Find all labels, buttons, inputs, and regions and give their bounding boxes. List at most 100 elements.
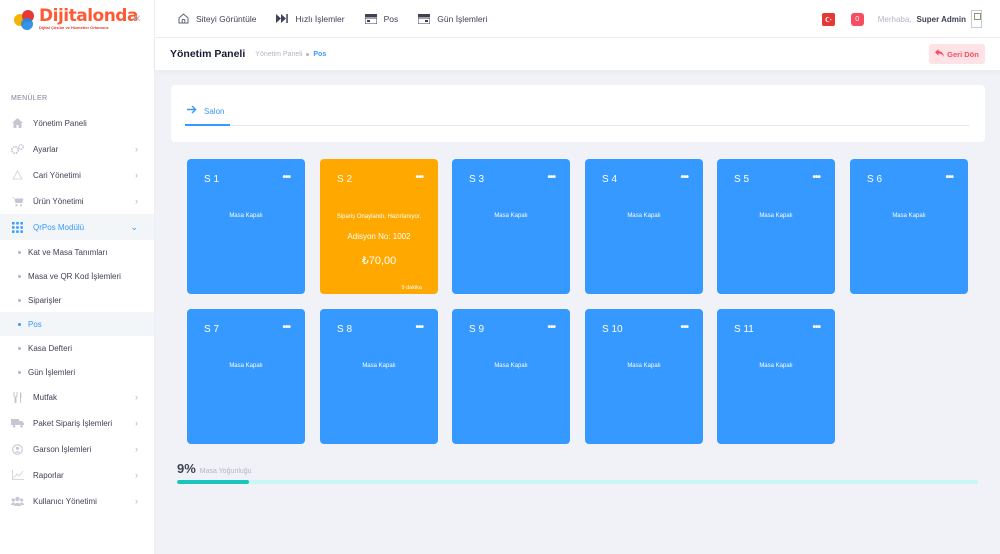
table-card[interactable]: S 5 ••• Masa Kapalı — [717, 159, 835, 294]
chevron-right-icon: › — [135, 196, 138, 206]
table-card[interactable]: S 11 ••• Masa Kapalı — [717, 309, 835, 444]
submenu-item-masa-ve-qr[interactable]: Masa ve QR Kod İşlemleri — [0, 264, 154, 288]
occupancy-percent: 9% — [177, 461, 196, 476]
table-card[interactable]: S 6 ••• Masa Kapalı — [850, 159, 968, 294]
more-options-icon[interactable]: ••• — [282, 172, 290, 183]
submenu-item-kasa-defteri[interactable]: Kasa Defteri — [0, 336, 154, 360]
top-link-label: Hızlı İşlemler — [295, 13, 345, 24]
submenu-item-gun-islemleri[interactable]: Gün İşlemleri — [0, 360, 154, 384]
breadcrumb-separator — [306, 52, 310, 56]
notification-badge[interactable]: 0 — [850, 12, 864, 26]
table-card[interactable]: S 7 ••• Masa Kapalı — [187, 309, 305, 444]
table-name: S 11 — [734, 324, 754, 335]
logo-mark-icon — [14, 8, 36, 30]
submenu-item-pos[interactable]: Pos — [0, 312, 154, 336]
more-options-icon[interactable]: ••• — [945, 172, 953, 183]
more-options-icon[interactable]: ••• — [680, 172, 688, 183]
username[interactable]: Super Admin — [917, 15, 966, 24]
more-options-icon[interactable]: ••• — [812, 172, 820, 183]
submenu-item-label: Kasa Defteri — [28, 343, 73, 353]
sidebar-item-mutfak[interactable]: Mutfak › — [0, 384, 154, 410]
back-button-label: Geri Dön — [947, 49, 979, 59]
sidebar-item-yonetim-paneli[interactable]: Yönetim Paneli — [0, 110, 154, 136]
sidebar-item-paket-siparis[interactable]: Paket Sipariş İşlemleri › — [0, 410, 154, 436]
table-card[interactable]: S 10 ••• Masa Kapalı — [585, 309, 703, 444]
chevron-right-icon: › — [135, 470, 138, 480]
submenu-item-label: Pos — [28, 319, 42, 329]
table-name: S 6 — [867, 174, 883, 185]
occupancy-progress-fill — [177, 480, 250, 484]
sidebar-item-label: Paket Sipariş İşlemleri — [33, 418, 113, 428]
cart-icon — [11, 195, 24, 207]
table-card[interactable]: S 9 ••• Masa Kapalı — [452, 309, 570, 444]
sidebar-item-cari-yonetimi[interactable]: Cari Yönetimi › — [0, 162, 154, 188]
collapse-sidebar-icon[interactable]: « — [130, 10, 144, 24]
sidebar-item-garson-islemleri[interactable]: Garson İşlemleri › — [0, 436, 154, 462]
avatar[interactable] — [971, 10, 982, 28]
top-link-gun-islemleri[interactable]: Gün İşlemleri — [418, 13, 487, 24]
home-icon — [11, 117, 24, 129]
sidebar-item-label: Mutfak — [33, 392, 58, 402]
turkish-flag-icon[interactable] — [821, 12, 835, 26]
home-outline-icon — [177, 13, 189, 24]
tab-active-underline — [185, 124, 230, 126]
table-card[interactable]: S 1 ••• Masa Kapalı — [187, 159, 305, 294]
reply-arrow-icon — [935, 49, 945, 59]
more-options-icon[interactable]: ••• — [282, 322, 290, 333]
submenu-item-label: Siparişler — [28, 295, 62, 305]
top-link-pos[interactable]: Pos — [364, 13, 399, 24]
sidebar-item-label: Ürün Yönetimi — [33, 196, 84, 206]
back-button[interactable]: Geri Dön — [929, 44, 985, 64]
submenu-item-label: Masa ve QR Kod İşlemleri — [28, 271, 121, 281]
more-options-icon[interactable]: ••• — [415, 172, 423, 183]
users-icon — [11, 495, 24, 507]
submenu-item-kat-ve-masa[interactable]: Kat ve Masa Tanımları — [0, 240, 154, 264]
sidebar-item-label: Ayarlar — [33, 144, 59, 154]
more-options-icon[interactable]: ••• — [547, 322, 555, 333]
tab-label: Salon — [204, 106, 225, 116]
more-options-icon[interactable]: ••• — [415, 322, 423, 333]
sidebar-item-kullanici-yonetimi[interactable]: Kullanıcı Yönetimi › — [0, 488, 154, 514]
order-amount: ₺70,00 — [361, 255, 397, 267]
occupancy-label: Masa Yoğunluğu — [199, 468, 252, 475]
table-status: Masa Kapalı — [759, 213, 793, 219]
chart-icon — [11, 469, 24, 481]
more-options-icon[interactable]: ••• — [680, 322, 688, 333]
user-circle-icon — [11, 443, 24, 455]
top-link-hizli-islemler[interactable]: Hızlı İşlemler — [276, 13, 345, 24]
subheader: Yönetim Paneli Yönetim Paneli Pos Geri D… — [155, 38, 1000, 70]
top-link-siteyi-goruntule[interactable]: Siteyi Görüntüle — [177, 13, 256, 24]
more-options-icon[interactable]: ••• — [812, 322, 820, 333]
table-card[interactable]: S 3 ••• Masa Kapalı — [452, 159, 570, 294]
sidebar-item-label: Garson İşlemleri — [33, 444, 92, 454]
top-link-label: Pos — [383, 13, 399, 24]
table-card[interactable]: S 2 ••• Sipariş Onaylandı, Hazırlanıyor. Ad… — [320, 159, 438, 294]
table-card[interactable]: S 8 ••• Masa Kapalı — [320, 309, 438, 444]
table-name: S 3 — [469, 174, 485, 185]
sidebar-item-ayarlar[interactable]: Ayarlar › — [0, 136, 154, 162]
tab-salon[interactable]: Salon — [187, 105, 224, 117]
submenu-item-label: Kat ve Masa Tanımları — [28, 247, 108, 257]
sidebar-item-label: Yönetim Paneli — [33, 118, 87, 128]
sidebar-menu: Yönetim Paneli Ayarlar › Cari Yönetimi ›… — [0, 110, 154, 514]
table-name: S 10 — [602, 324, 623, 335]
brand[interactable]: Dijitalonda Dijital Çözüm ve Hizmetler O… — [0, 0, 154, 38]
logo[interactable]: Dijitalonda Dijital Çözüm ve Hizmetler O… — [14, 8, 138, 30]
triangle-icon — [11, 169, 24, 181]
table-card[interactable]: S 4 ••• Masa Kapalı — [585, 159, 703, 294]
sidebar-item-label: Kullanıcı Yönetimi — [33, 496, 97, 506]
greeting-text: Merhaba, — [877, 14, 912, 24]
chevron-right-icon: › — [135, 496, 138, 506]
table-status: Masa Kapalı — [362, 363, 396, 369]
sidebar-item-urun-yonetimi[interactable]: Ürün Yönetimi › — [0, 188, 154, 214]
sidebar-item-raporlar[interactable]: Raporlar › — [0, 462, 154, 488]
breadcrumb-active[interactable]: Pos — [313, 51, 326, 58]
breadcrumb-item[interactable]: Yönetim Paneli — [255, 51, 302, 58]
submenu-item-siparisler[interactable]: Siparişler — [0, 288, 154, 312]
sidebar-item-qrpos-modulu[interactable]: QrPos Modülü ⌄ — [0, 214, 154, 240]
elapsed-time: 9 dakika — [401, 285, 423, 291]
more-options-icon[interactable]: ••• — [547, 172, 555, 183]
register-icon — [418, 13, 431, 24]
pos-icon — [364, 13, 377, 24]
sidebar-item-label: Raporlar — [33, 470, 64, 480]
